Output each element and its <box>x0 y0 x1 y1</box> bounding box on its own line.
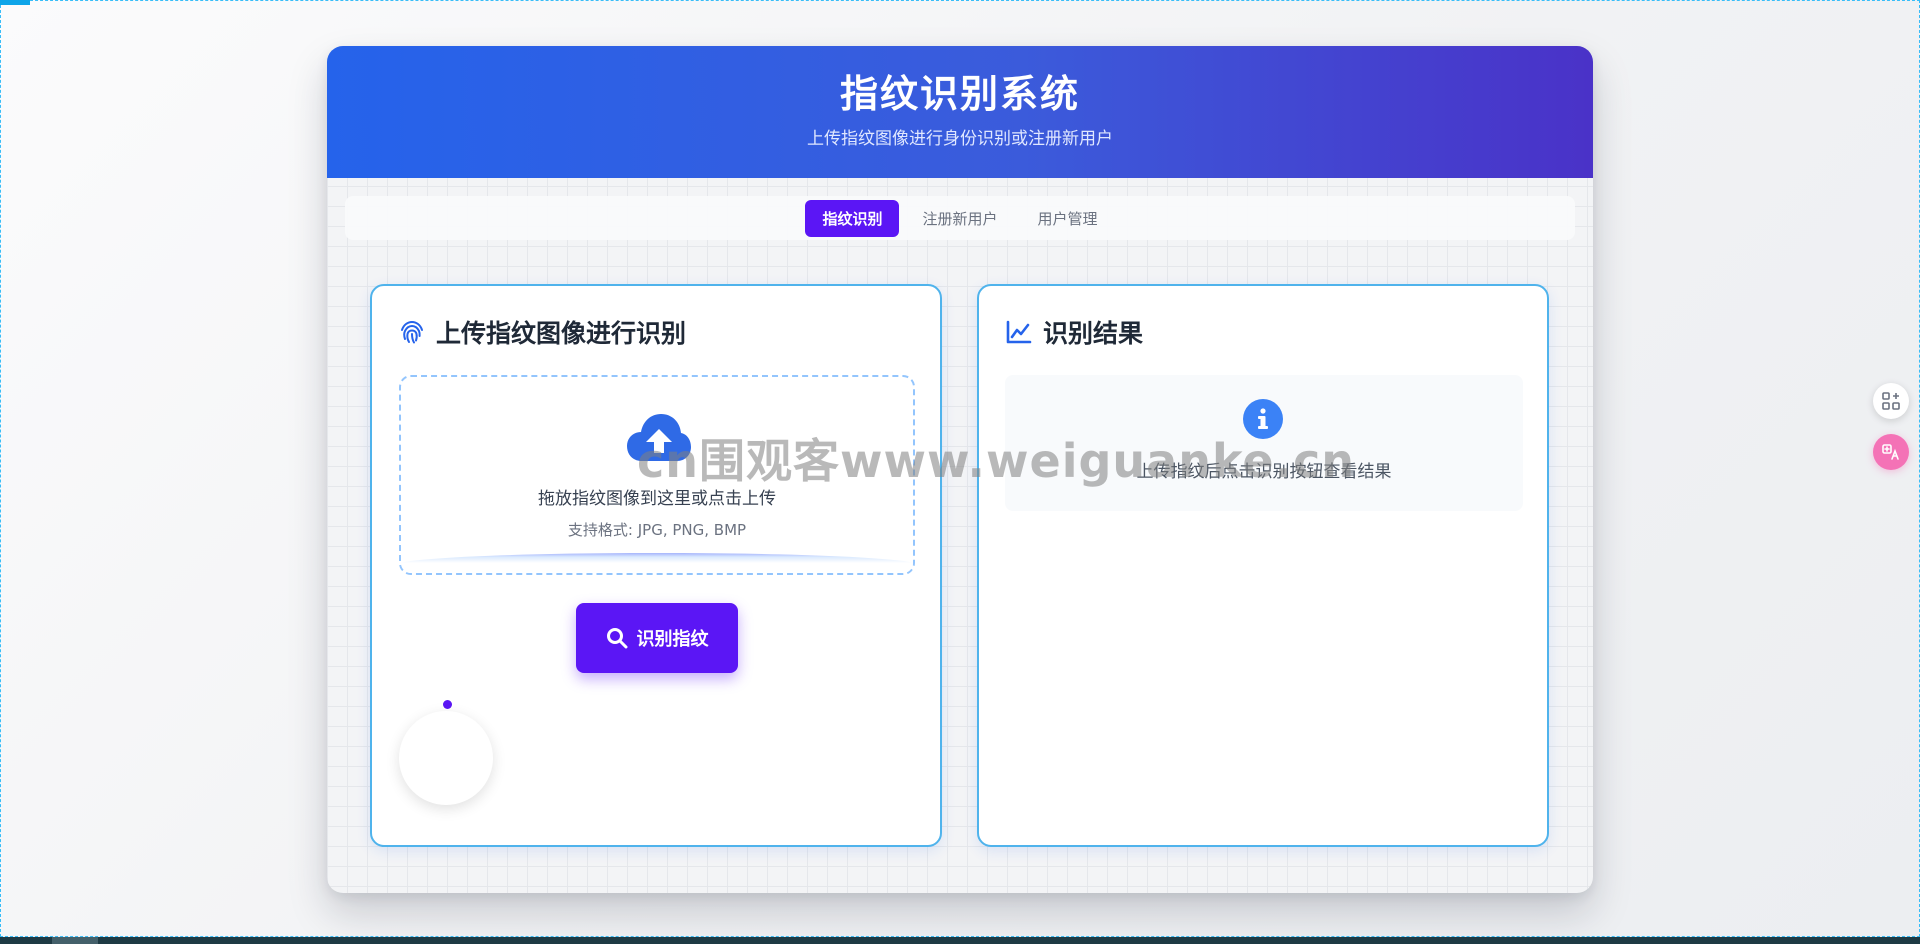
fingerprint-icon <box>401 320 423 344</box>
info-icon <box>1243 399 1283 439</box>
search-icon <box>606 628 627 649</box>
dropzone-wave-decoration <box>401 553 913 573</box>
app-title: 指纹识别系统 <box>839 72 1080 116</box>
fingerprint-app: 指纹识别系统 上传指纹图像进行身份识别或注册新用户 指纹识别 注册新用户 用户管… <box>327 46 1593 893</box>
translate-icon <box>1882 444 1899 460</box>
fingerprint-dropzone[interactable]: 拖放指纹图像到这里或点击上传 支持格式: JPG, PNG, BMP <box>399 375 915 575</box>
tab-bar: 指纹识别 注册新用户 用户管理 <box>345 196 1575 240</box>
loader-dot <box>443 700 452 709</box>
result-card-title: 识别结果 <box>1043 319 1144 348</box>
tab-register[interactable]: 注册新用户 <box>905 200 1014 237</box>
loader-spinner <box>399 711 493 805</box>
identify-button[interactable]: 识别指纹 <box>576 603 738 673</box>
taskbar <box>0 937 1920 944</box>
tab-identify[interactable]: 指纹识别 <box>805 199 900 237</box>
apps-grid-button[interactable] <box>1873 383 1909 419</box>
taskbar-item[interactable] <box>52 937 98 944</box>
corner-marker <box>0 0 30 5</box>
translate-button[interactable] <box>1873 434 1909 470</box>
upload-card-title: 上传指纹图像进行识别 <box>436 319 687 348</box>
app-subtitle: 上传指纹图像进行身份识别或注册新用户 <box>807 129 1113 149</box>
dropzone-formats: 支持格式: JPG, PNG, BMP <box>567 521 747 539</box>
upload-card: 上传指纹图像进行识别 拖放指纹图像到这里或点击上传 支持格式: JPG, PNG… <box>370 284 942 847</box>
app-header: 指纹识别系统 上传指纹图像进行身份识别或注册新用户 <box>327 46 1593 178</box>
apps-grid-icon <box>1882 392 1900 410</box>
line-chart-icon <box>1006 320 1032 344</box>
result-placeholder: 上传指纹后点击识别按钮查看结果 <box>1005 375 1523 511</box>
result-card-header: 识别结果 <box>1005 314 1143 350</box>
upload-card-header: 上传指纹图像进行识别 <box>398 314 686 350</box>
cloud-upload-icon <box>627 414 691 461</box>
result-card: 识别结果 上传指纹后点击识别按钮查看结果 <box>977 284 1549 847</box>
result-placeholder-text: 上传指纹后点击识别按钮查看结果 <box>1136 462 1392 482</box>
tab-user-management[interactable]: 用户管理 <box>1021 200 1115 237</box>
identify-button-label: 识别指纹 <box>636 629 709 650</box>
dropzone-instruction: 拖放指纹图像到这里或点击上传 <box>538 489 776 509</box>
